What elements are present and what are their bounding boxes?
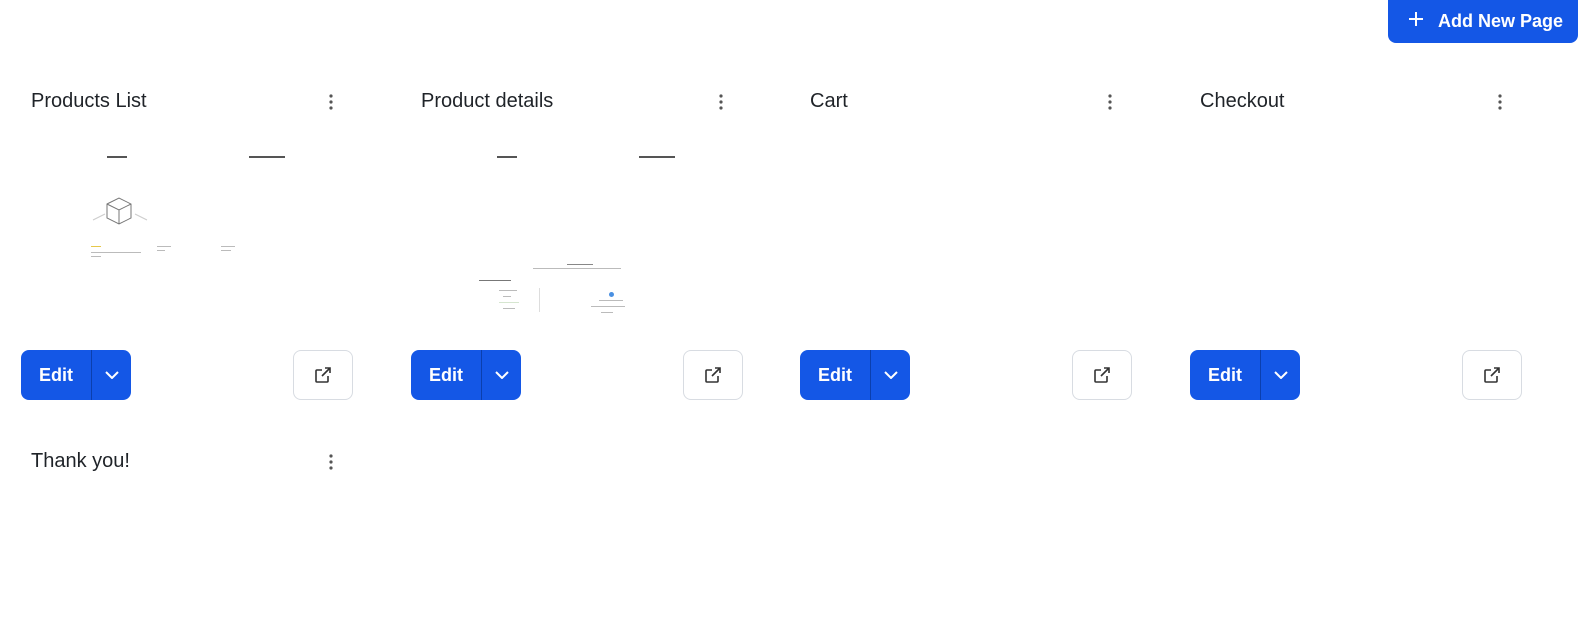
page-title: Checkout [1200, 90, 1285, 112]
edit-button-group: Edit [800, 350, 910, 400]
page-title: Thank you! [31, 450, 130, 472]
edit-dropdown-button[interactable] [871, 350, 910, 400]
edit-dropdown-button[interactable] [482, 350, 521, 400]
box-illustration-icon [92, 197, 148, 225]
external-link-icon [1094, 367, 1110, 383]
vertical-dots-icon [719, 94, 723, 110]
vertical-dots-icon [1108, 94, 1112, 110]
vertical-dots-icon [1498, 94, 1502, 110]
page-card: Thank you! [21, 360, 361, 628]
external-link-icon [1484, 367, 1500, 383]
open-page-button[interactable] [1072, 350, 1132, 400]
page-menu-button[interactable] [1100, 92, 1120, 112]
page-title: Product details [421, 90, 554, 112]
external-link-icon [705, 367, 721, 383]
edit-button[interactable]: Edit [411, 350, 481, 400]
page-card: Checkout Edit [1190, 0, 1530, 400]
edit-button[interactable]: Edit [800, 350, 870, 400]
vertical-dots-icon [329, 454, 333, 470]
edit-button[interactable]: Edit [1190, 350, 1260, 400]
vertical-dots-icon [329, 94, 333, 110]
page-thumbnail [51, 150, 331, 320]
page-card: Product details Edit [411, 0, 751, 400]
page-menu-button[interactable] [1490, 92, 1510, 112]
chevron-down-icon [1273, 371, 1288, 379]
page-menu-button[interactable] [711, 92, 731, 112]
page-card: Products List Edit [21, 0, 361, 400]
chevron-down-icon [494, 371, 509, 379]
chevron-down-icon [883, 371, 898, 379]
edit-dropdown-button[interactable] [1261, 350, 1300, 400]
page-title: Products List [31, 90, 147, 112]
page-menu-button[interactable] [321, 452, 341, 472]
open-page-button[interactable] [1462, 350, 1522, 400]
open-page-button[interactable] [683, 350, 743, 400]
page-thumbnail [830, 150, 1110, 320]
page-thumbnail [1220, 150, 1500, 320]
page-menu-button[interactable] [321, 92, 341, 112]
edit-button-group: Edit [1190, 350, 1300, 400]
page-title: Cart [810, 90, 848, 112]
page-card: Cart Edit [800, 0, 1140, 400]
page-thumbnail [441, 150, 721, 320]
edit-button-group: Edit [411, 350, 521, 400]
